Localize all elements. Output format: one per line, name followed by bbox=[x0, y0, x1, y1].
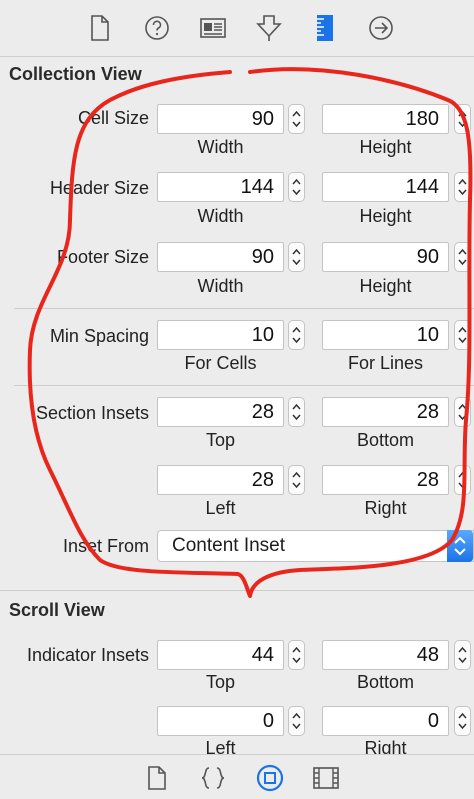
cell-height-stepper[interactable] bbox=[454, 104, 471, 134]
section-inset-left-field[interactable]: 28 bbox=[157, 465, 284, 495]
for-cells-caption: For Cells bbox=[184, 353, 257, 373]
attributes-icon[interactable] bbox=[254, 13, 284, 43]
section-divider bbox=[14, 308, 474, 309]
footer-height-field[interactable]: 90 bbox=[322, 242, 449, 272]
section-inset-left-caption: Left bbox=[205, 498, 236, 518]
min-spacing-lines-stepper[interactable] bbox=[454, 320, 471, 350]
header-height-stepper[interactable] bbox=[454, 172, 471, 202]
min-spacing-cells-stepper[interactable] bbox=[288, 320, 305, 350]
header-height-caption: Height bbox=[359, 206, 412, 226]
cell-height-caption: Height bbox=[359, 137, 412, 157]
footer-width-caption: Width bbox=[197, 276, 244, 296]
cell-size-label: Cell Size bbox=[77, 108, 149, 128]
section-inset-bottom-stepper[interactable] bbox=[454, 397, 471, 427]
identity-icon[interactable] bbox=[198, 13, 228, 43]
indicator-inset-bottom-stepper[interactable] bbox=[454, 640, 471, 670]
min-spacing-cells-field[interactable]: 10 bbox=[157, 320, 284, 350]
inset-from-label: Inset From bbox=[62, 536, 149, 556]
min-spacing-label: Min Spacing bbox=[49, 326, 149, 346]
footer-width-field[interactable]: 90 bbox=[157, 242, 284, 272]
indicator-inset-top-stepper[interactable] bbox=[288, 640, 305, 670]
indicator-insets-label: Indicator Insets bbox=[26, 645, 149, 665]
chevron-up-down-icon bbox=[447, 530, 473, 562]
section-divider bbox=[14, 385, 474, 386]
object-library-icon[interactable] bbox=[256, 764, 284, 792]
collection-view-title: Collection View bbox=[9, 64, 142, 84]
inset-from-value: Content Inset bbox=[172, 535, 286, 556]
inspector-toolbar bbox=[0, 0, 474, 57]
header-size-label: Header Size bbox=[49, 178, 149, 198]
section-inset-top-caption: Top bbox=[205, 430, 236, 450]
size-icon[interactable] bbox=[310, 13, 340, 43]
cell-width-caption: Width bbox=[197, 137, 244, 157]
cell-width-stepper[interactable] bbox=[288, 104, 305, 134]
indicator-inset-bottom-caption: Bottom bbox=[356, 672, 415, 692]
cell-width-field[interactable]: 90 bbox=[157, 104, 284, 134]
header-width-field[interactable]: 144 bbox=[157, 172, 284, 202]
header-width-stepper[interactable] bbox=[288, 172, 305, 202]
indicator-inset-bottom-field[interactable]: 48 bbox=[322, 640, 449, 670]
section-inset-bottom-caption: Bottom bbox=[356, 430, 415, 450]
footer-width-stepper[interactable] bbox=[288, 242, 305, 272]
media-library-icon[interactable] bbox=[312, 764, 340, 792]
indicator-inset-right-field[interactable]: 0 bbox=[322, 706, 449, 736]
section-inset-right-stepper[interactable] bbox=[454, 465, 471, 495]
section-divider bbox=[0, 590, 474, 591]
connections-icon[interactable] bbox=[366, 13, 396, 43]
indicator-inset-left-field[interactable]: 0 bbox=[157, 706, 284, 736]
section-inset-left-stepper[interactable] bbox=[288, 465, 305, 495]
footer-size-label: Footer Size bbox=[56, 247, 149, 267]
section-insets-label: Section Insets bbox=[35, 403, 149, 423]
footer-height-stepper[interactable] bbox=[454, 242, 471, 272]
file-icon[interactable] bbox=[85, 13, 115, 43]
min-spacing-lines-field[interactable]: 10 bbox=[322, 320, 449, 350]
inset-from-popup[interactable]: Content Inset bbox=[157, 530, 474, 562]
for-lines-caption: For Lines bbox=[347, 353, 424, 373]
scroll-view-title: Scroll View bbox=[9, 600, 105, 620]
section-inset-right-caption: Right bbox=[364, 498, 407, 518]
section-inset-bottom-field[interactable]: 28 bbox=[322, 397, 449, 427]
indicator-inset-right-stepper[interactable] bbox=[454, 706, 471, 736]
indicator-inset-top-caption: Top bbox=[205, 672, 236, 692]
section-inset-top-field[interactable]: 28 bbox=[157, 397, 284, 427]
cell-height-field[interactable]: 180 bbox=[322, 104, 449, 134]
code-snippet-icon[interactable] bbox=[199, 764, 227, 792]
section-inset-right-field[interactable]: 28 bbox=[322, 465, 449, 495]
file-template-icon[interactable] bbox=[143, 764, 171, 792]
footer-height-caption: Height bbox=[359, 276, 412, 296]
section-inset-top-stepper[interactable] bbox=[288, 397, 305, 427]
help-icon[interactable] bbox=[142, 13, 172, 43]
header-width-caption: Width bbox=[197, 206, 244, 226]
indicator-inset-top-field[interactable]: 44 bbox=[157, 640, 284, 670]
indicator-inset-left-stepper[interactable] bbox=[288, 706, 305, 736]
library-bar bbox=[0, 754, 474, 799]
header-height-field[interactable]: 144 bbox=[322, 172, 449, 202]
